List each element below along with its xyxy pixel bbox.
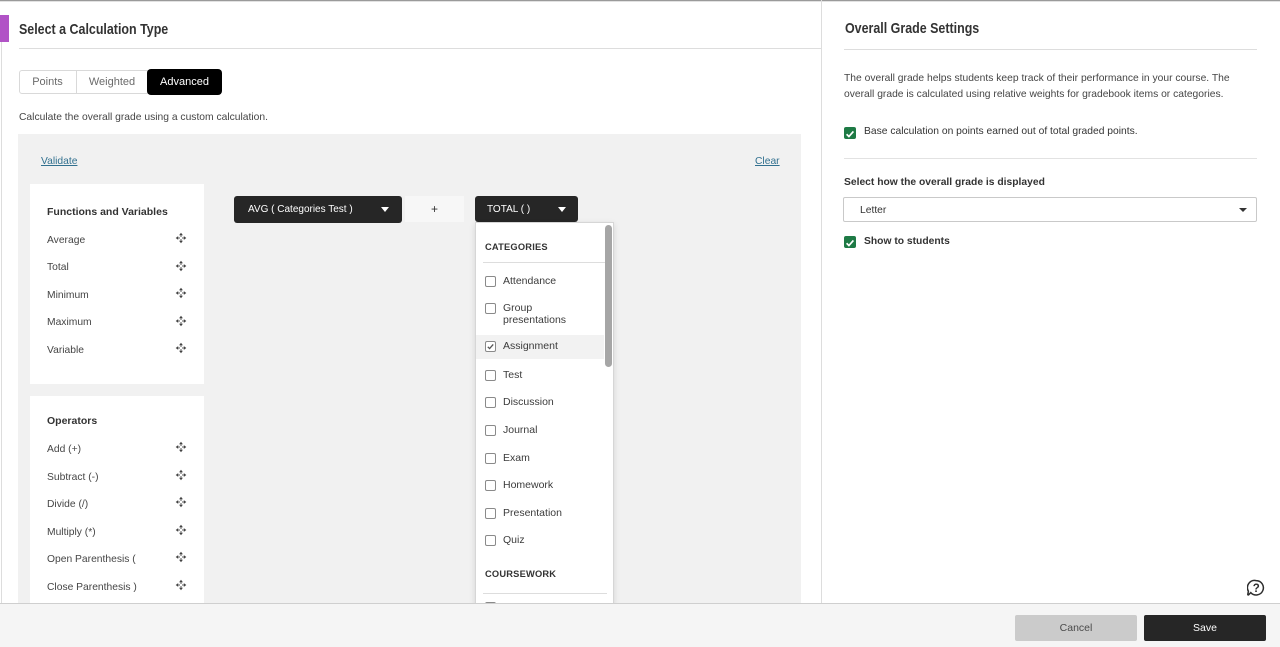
svg-text:?: ? xyxy=(1253,583,1260,595)
